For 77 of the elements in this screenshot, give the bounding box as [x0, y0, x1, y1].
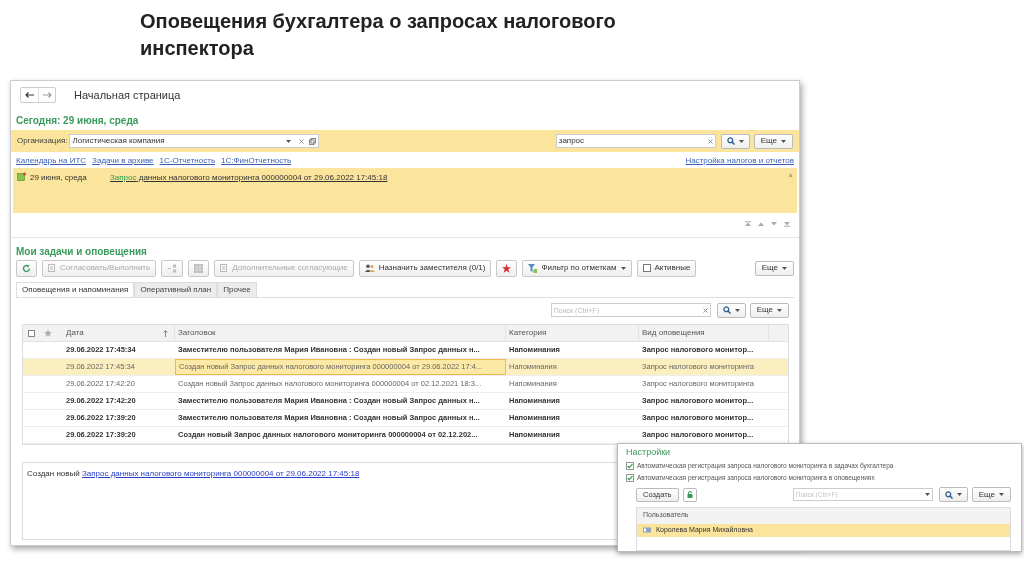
calendar-icon	[17, 172, 26, 181]
move-bottom-icon	[784, 221, 790, 227]
star-icon	[44, 329, 52, 337]
sort-arrow-icon	[163, 329, 168, 337]
caret-icon	[620, 266, 626, 270]
toolbar-button[interactable]: Фильтр по отметкам	[522, 259, 632, 277]
grid-icon	[194, 263, 204, 273]
section-heading: Мои задачи и оповещения	[16, 245, 148, 257]
column-header: Дата	[66, 327, 85, 339]
search-field[interactable]: запрос	[555, 134, 716, 148]
notification-link[interactable]: Запрос данных налогового мониторинга 000000004 от 29.06.2022 17:45:18	[110, 172, 388, 184]
search-icon	[944, 490, 953, 499]
preview-link[interactable]: Запрос данных налогового мониторинга 000000004 от 29.06.2022 17:45:18	[81, 469, 360, 478]
caret-icon	[999, 493, 1004, 496]
search-button[interactable]	[720, 133, 750, 149]
filter-icon	[528, 263, 538, 273]
search-button[interactable]	[716, 302, 746, 318]
tab[interactable]: Оповещения и напоминания	[16, 282, 135, 297]
link[interactable]: Календарь на ИТС	[16, 155, 87, 167]
caret-icon	[734, 308, 740, 312]
caret-icon	[777, 308, 782, 312]
clear-icon	[702, 307, 708, 313]
clear-icon	[299, 138, 305, 144]
document-icon	[48, 264, 56, 272]
caret-icon	[924, 493, 930, 496]
user-card-icon	[643, 527, 651, 533]
tab[interactable]: Прочее	[217, 282, 257, 297]
move-top-icon	[745, 221, 751, 227]
icon-button[interactable]	[682, 487, 697, 502]
caret-icon	[956, 493, 962, 496]
sort-icon	[167, 263, 178, 273]
back-arrow-icon	[25, 92, 34, 98]
star-icon	[502, 263, 512, 273]
more-button[interactable]: Еще	[753, 133, 793, 149]
more-button[interactable]: Еще	[749, 302, 789, 318]
caret-icon	[782, 266, 787, 270]
toolbar-button[interactable]: Назначить заместителя (0/1)	[358, 259, 492, 277]
caret-icon	[286, 139, 292, 143]
document-icon	[220, 264, 229, 272]
link[interactable]: 1С-Отчетность	[159, 155, 216, 167]
move-up-icon	[758, 221, 764, 227]
tab[interactable]: Оперативный план	[134, 282, 218, 297]
column-header: Вид оповещения	[642, 327, 706, 339]
toolbar-button[interactable]: Активные	[636, 259, 697, 277]
clear-icon	[707, 138, 713, 144]
notification-date: 29 июня, среда	[30, 172, 88, 184]
settings-title: Настройки	[626, 446, 672, 459]
slide-title: Оповещения бухгалтера о запросах налогового инспектора	[140, 9, 617, 61]
close-button[interactable]: ×	[788, 172, 793, 180]
search-icon	[722, 306, 731, 314]
caret-icon	[781, 139, 786, 143]
refresh-icon	[22, 263, 31, 273]
link[interactable]: 1С:ФинОтчетность	[221, 155, 292, 167]
checkbox-icon	[28, 329, 35, 337]
icon-button[interactable]	[16, 259, 37, 277]
today-heading: Сегодня: 29 июня, среда	[16, 114, 140, 126]
checkbox[interactable]	[626, 473, 634, 482]
org-field[interactable]: Логистическая компания	[69, 134, 320, 148]
link[interactable]: Задачи в архиве	[92, 155, 154, 167]
more-button[interactable]: Еще	[754, 260, 794, 276]
window-title: Начальная страница	[74, 87, 181, 103]
checkbox[interactable]	[626, 461, 634, 470]
column-header: Заголовок	[178, 327, 217, 339]
search-button[interactable]	[938, 487, 968, 502]
org-label: Организация:	[17, 135, 68, 147]
caret-icon	[738, 139, 744, 143]
checkbox-icon	[642, 264, 651, 272]
search-icon	[726, 137, 735, 145]
column-header: Категория	[509, 327, 548, 339]
forward-arrow-icon	[42, 92, 52, 98]
settings-link[interactable]: Настройка налогов и отчетов	[685, 155, 794, 167]
people-icon	[364, 264, 375, 272]
icon-button[interactable]	[496, 259, 518, 277]
open-icon	[309, 137, 317, 145]
move-down-icon	[771, 221, 777, 227]
lock-icon	[686, 491, 693, 498]
more-button[interactable]: Еще	[971, 487, 1011, 502]
